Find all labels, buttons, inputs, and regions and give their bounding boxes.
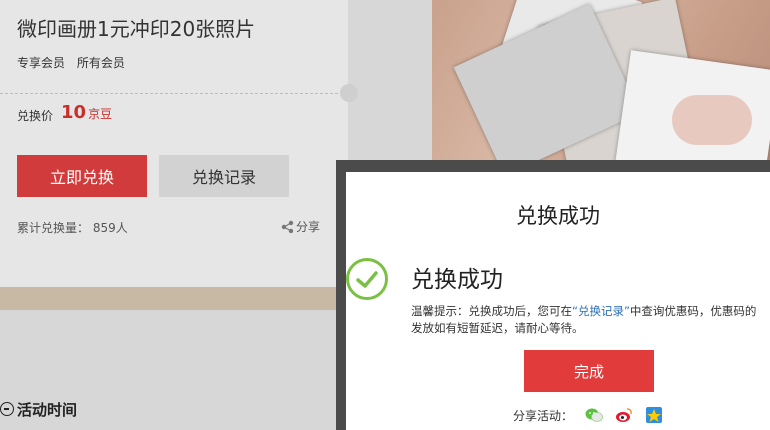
tag-all-members: 所有会员 xyxy=(76,56,125,70)
product-card: 微印画册1元冲印20张照片 专享会员 所有会员 兑换价 10 京豆 立即兑换 兑换… xyxy=(0,0,348,287)
success-message: 兑换成功 xyxy=(411,267,503,293)
activity-time-heading: 活动时间 xyxy=(0,399,77,420)
tag-exclusive: 专享会员 xyxy=(17,56,66,70)
price-number: 10 xyxy=(61,102,87,123)
check-circle-icon xyxy=(346,258,388,300)
activity-label: 活动时间 xyxy=(17,401,78,419)
done-button[interactable]: 完成 xyxy=(524,350,654,392)
redeem-count: 累计兑换量： 859人 xyxy=(17,221,128,235)
member-tags: 专享会员 所有会员 xyxy=(17,54,133,71)
ticket-notch xyxy=(340,84,358,102)
wechat-icon[interactable] xyxy=(585,407,603,423)
clock-icon xyxy=(0,402,14,416)
notice-prefix: 温馨提示：兑换成功后，您可在 xyxy=(411,304,572,318)
price-value: 10 京豆 xyxy=(61,102,112,123)
dashed-divider xyxy=(0,93,348,94)
redeem-button[interactable]: 立即兑换 xyxy=(17,155,147,197)
share-activity-label: 分享活动： xyxy=(513,409,574,423)
redeem-records-link[interactable]: “兑换记录” xyxy=(572,304,630,318)
notice-text: 温馨提示：兑换成功后，您可在“兑换记录”中查询优惠码，优惠码的发放如有短暂延迟，… xyxy=(411,303,763,337)
records-button[interactable]: 兑换记录 xyxy=(159,155,289,197)
share-icon xyxy=(281,220,294,234)
product-photo xyxy=(432,0,770,160)
share-link[interactable]: 分享 xyxy=(281,218,320,235)
decorative-band xyxy=(0,287,348,310)
dialog-title: 兑换成功 xyxy=(516,204,600,228)
success-dialog: 兑换成功 兑换成功 温馨提示：兑换成功后，您可在“兑换记录”中查询优惠码，优惠码… xyxy=(346,172,770,430)
share-label: 分享 xyxy=(296,220,321,234)
product-title: 微印画册1元冲印20张照片 xyxy=(17,17,256,41)
price-unit: 京豆 xyxy=(88,107,113,121)
weibo-icon[interactable] xyxy=(615,407,633,423)
price-label: 兑换价 xyxy=(17,109,54,123)
qzone-icon[interactable] xyxy=(645,407,663,423)
share-activity-row: 分享活动： xyxy=(513,407,663,424)
